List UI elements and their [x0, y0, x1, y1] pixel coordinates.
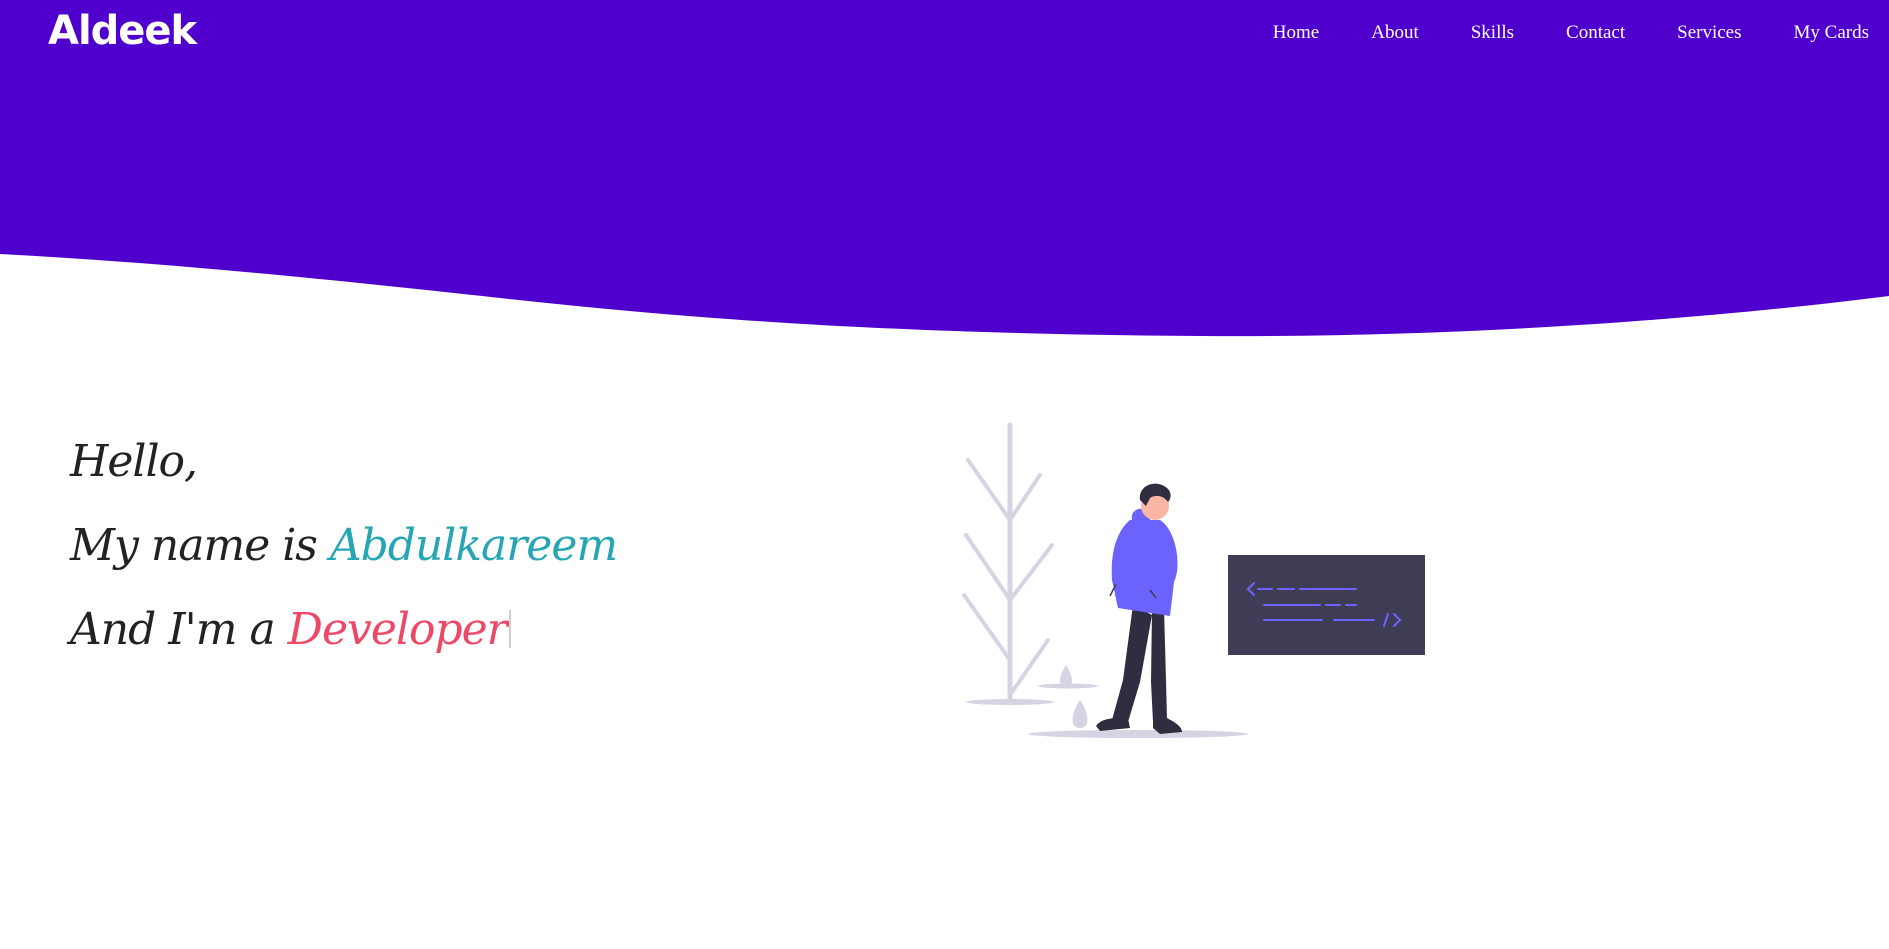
greeting-line: Hello,: [70, 420, 617, 504]
header-wave-background: [0, 0, 1889, 337]
role-line: And I'm a Developer: [70, 588, 617, 672]
tree-icon: [962, 422, 1054, 705]
nav-my-cards[interactable]: My Cards: [1794, 22, 1869, 44]
nav-home[interactable]: Home: [1273, 22, 1319, 44]
drop-icon: [1060, 665, 1072, 686]
typing-cursor: [508, 610, 511, 648]
nav-about[interactable]: About: [1371, 22, 1419, 44]
greeting-text: Hello,: [70, 436, 198, 487]
person-shadow: [1028, 730, 1248, 738]
nav-skills[interactable]: Skills: [1471, 22, 1514, 44]
role-prefix: And I'm a: [70, 604, 288, 655]
developer-illustration: [962, 422, 1425, 738]
role-typed-text: Developer: [287, 604, 508, 655]
name-prefix: My name is: [70, 520, 330, 571]
nav-services[interactable]: Services: [1677, 22, 1741, 44]
name-line: My name is Abdulkareem: [70, 504, 618, 588]
drop-icon: [1072, 700, 1088, 728]
name-highlight: Abdulkareem: [329, 520, 618, 571]
main-nav: Home About Skills Contact Services My Ca…: [1221, 22, 1869, 44]
brand-logo[interactable]: Aldeek: [48, 8, 197, 54]
code-panel: [1228, 555, 1425, 655]
hero-intro: Hello, My name is Abdulkareem And I'm a …: [70, 420, 618, 672]
person-icon: [1096, 483, 1182, 734]
page: Aldeek Home About Skills Contact Service…: [0, 0, 1889, 949]
nav-contact[interactable]: Contact: [1566, 22, 1625, 44]
